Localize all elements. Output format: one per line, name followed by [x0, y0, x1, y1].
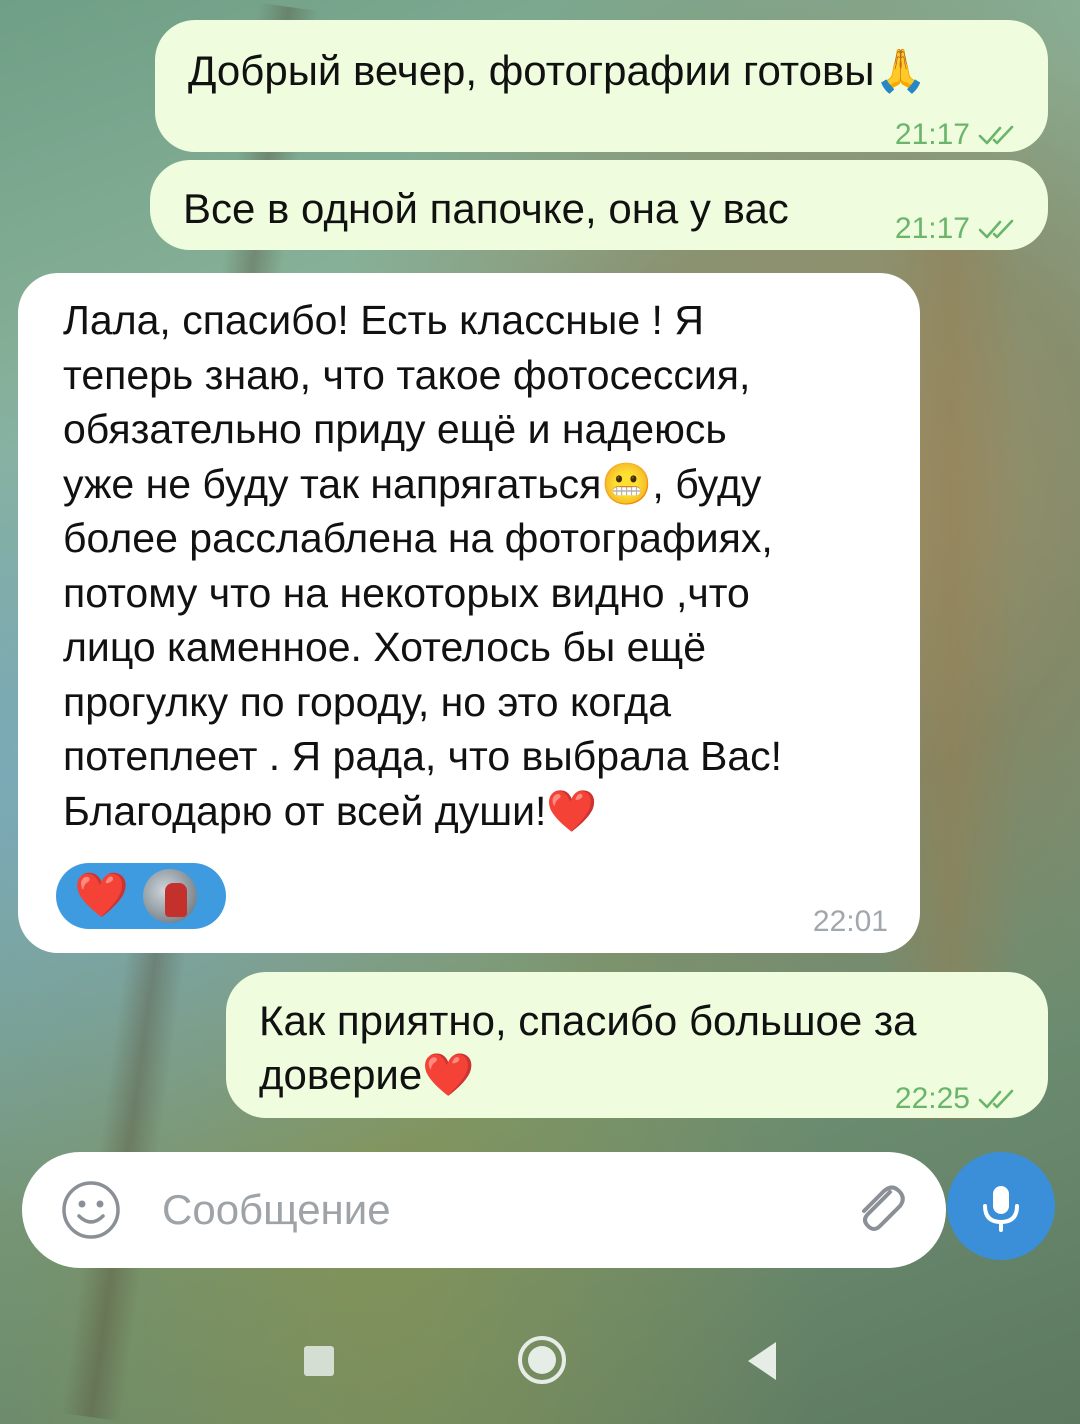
microphone-icon [983, 1186, 1019, 1232]
message-meta: 22:01 [813, 895, 888, 949]
message-text: Лала, спасибо! Есть классные ! Я теперь … [63, 297, 783, 834]
message-time: 22:25 [894, 1082, 970, 1115]
double-check-icon [978, 125, 1014, 145]
incoming-message[interactable]: Лала, спасибо! Есть классные ! Я теперь … [18, 273, 920, 953]
outgoing-message[interactable]: Добрый вечер, фотографии готовы🙏 21:17 [155, 20, 1048, 152]
microphone-button[interactable] [947, 1152, 1055, 1260]
message-meta: 21:17 [895, 108, 1020, 162]
message-text: Добрый вечер, фотографии готовы🙏 [188, 47, 927, 94]
reactor-avatar [142, 869, 197, 923]
message-composer[interactable]: Сообщение [22, 1152, 946, 1268]
outgoing-message[interactable]: Как приятно, спасибо большое за доверие❤… [226, 972, 1048, 1118]
message-meta: 21:17 [895, 202, 1020, 256]
double-check-icon [978, 219, 1014, 239]
reaction-badge[interactable]: ❤️ [56, 863, 226, 929]
heart-reaction-icon: ❤️ [74, 871, 129, 920]
message-meta: 22:25 [895, 1072, 1020, 1126]
outgoing-message[interactable]: Все в одной папочке, она у вас 21:17 [150, 160, 1048, 250]
system-navigation-bar [0, 1310, 1080, 1424]
message-text: Все в одной папочке, она у вас [183, 185, 789, 232]
message-time: 21:17 [894, 212, 970, 245]
recent-apps-button[interactable] [304, 1346, 334, 1376]
double-check-icon [978, 1089, 1014, 1109]
message-time: 22:01 [812, 905, 888, 938]
home-button[interactable] [516, 1334, 568, 1386]
back-button[interactable] [742, 1338, 782, 1384]
message-time: 21:17 [894, 118, 970, 151]
paperclip-icon[interactable] [850, 1178, 914, 1242]
message-input[interactable]: Сообщение [162, 1182, 391, 1238]
emoji-icon[interactable] [60, 1179, 122, 1241]
